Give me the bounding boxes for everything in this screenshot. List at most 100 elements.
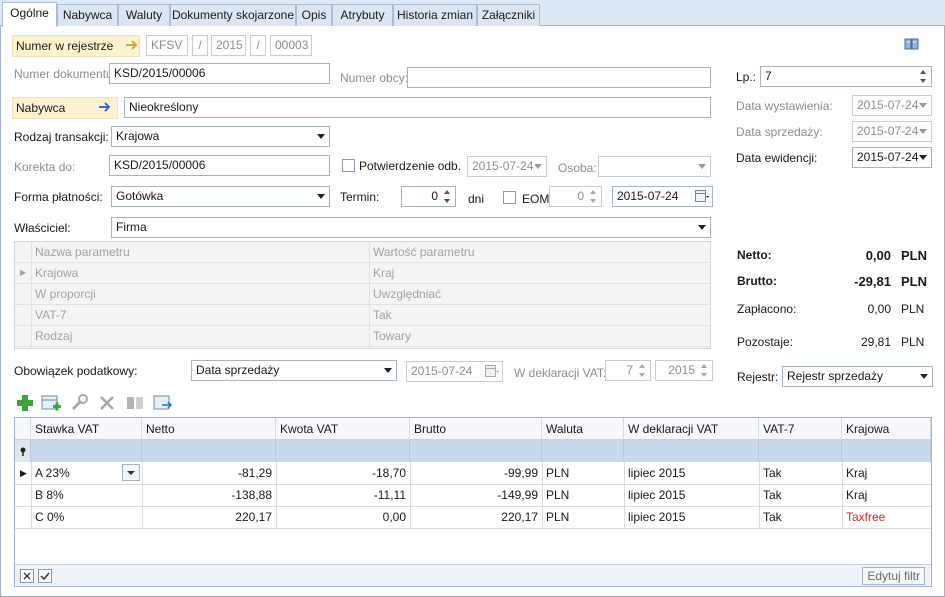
arrow-right-icon[interactable] [124, 38, 140, 52]
eom-spinner-icon[interactable] [587, 188, 600, 205]
filter-cell[interactable] [410, 440, 542, 462]
filter-cell[interactable] [842, 440, 931, 462]
data-ewidencji-field[interactable]: 2015-07-24 [852, 147, 932, 168]
clear-filter-icon[interactable] [20, 569, 34, 583]
potwierdzenie-date[interactable]: 2015-07-24 [467, 156, 547, 177]
obowiazek-date[interactable]: 2015-07-24 [406, 361, 503, 382]
numer-rejestr-label: Numer w rejestrze [12, 35, 140, 57]
wlasciciel-select[interactable]: Firma [111, 217, 711, 238]
tab-opis[interactable]: Opis [296, 4, 332, 26]
tab-dokumenty-skojarzone[interactable]: Dokumenty skojarzone [170, 4, 296, 26]
filter-cell[interactable] [31, 440, 142, 462]
col-header-brutto[interactable]: Brutto [410, 418, 542, 440]
chevron-down-icon[interactable] [916, 367, 932, 386]
nr-year-field[interactable]: 2015 [211, 35, 246, 56]
month-spinner-icon[interactable] [636, 362, 649, 379]
split-icon[interactable] [124, 392, 146, 414]
col-header-kwota-vat[interactable]: Kwota VAT [276, 418, 410, 440]
termin-field[interactable]: 0 [401, 186, 456, 207]
cell-stawka: B 8% [35, 488, 64, 502]
grid-footer: Edytuj filtr [15, 564, 931, 586]
filter-cell[interactable] [624, 440, 759, 462]
potwierdzenie-checkbox[interactable] [342, 159, 355, 172]
export-icon[interactable] [152, 392, 174, 414]
filter-cell[interactable] [142, 440, 276, 462]
rodzaj-transakcji-label: Rodzaj transakcji: [14, 130, 109, 144]
add-button[interactable] [14, 392, 36, 414]
forma-platnosci-select[interactable]: Gotówka [111, 186, 330, 207]
rejestr-select[interactable]: Rejestr sprzedaży [782, 366, 933, 387]
osoba-select[interactable] [598, 156, 711, 177]
deklaracja-month[interactable]: 7 [605, 360, 651, 381]
param-value: Kraj [373, 266, 395, 280]
deklaracja-year[interactable]: 2015 [655, 360, 713, 381]
filter-cell[interactable] [542, 440, 624, 462]
termin-date-field[interactable]: 2015-07-24 [612, 186, 713, 207]
arrow-right-icon[interactable] [97, 100, 113, 114]
row-divider [15, 528, 931, 529]
termin-spinner-icon[interactable] [441, 188, 454, 205]
param-row[interactable]: VAT-7 Tak [15, 305, 710, 326]
brutto-value: -29,81 [854, 274, 891, 289]
col-header-krajowa[interactable]: Krajowa [842, 418, 931, 440]
lp-spinner-icon[interactable] [917, 68, 930, 85]
eom-checkbox[interactable] [503, 191, 516, 204]
data-wystawienia-field[interactable]: 2015-07-24 [852, 95, 932, 116]
tab-waluty[interactable]: Waluty [118, 4, 170, 26]
filter-cell[interactable] [276, 440, 410, 462]
korekta-field[interactable]: KSD/2015/00006 [109, 155, 330, 176]
tab-historia-zmian[interactable]: Historia zmian [393, 4, 477, 26]
tab-zalaczniki[interactable]: Załączniki [477, 4, 540, 26]
chevron-down-icon[interactable] [694, 218, 710, 237]
table-row[interactable]: C 0% 220,17 0,00 220,17 PLN lipiec 2015 … [15, 506, 931, 528]
chevron-down-icon[interactable] [380, 361, 396, 380]
filter-cell[interactable] [759, 440, 842, 462]
book-icon[interactable] [904, 37, 920, 51]
cell-netto: -138,88 [231, 488, 272, 502]
nr-number-field[interactable]: 00003 [270, 35, 312, 56]
eom-field[interactable]: 0 [549, 186, 602, 207]
param-row[interactable]: ▶ Krajowa Kraj [15, 263, 710, 284]
numer-dokumentu-field[interactable]: KSD/2015/00006 [109, 63, 330, 84]
chevron-down-icon[interactable] [915, 122, 931, 141]
col-header-vat7[interactable]: VAT-7 [759, 418, 842, 440]
param-row[interactable]: Rodzaj Towary [15, 326, 710, 347]
param-row[interactable]: W proporcji Uwzględniać [15, 284, 710, 305]
lp-field[interactable]: 7 [760, 66, 932, 87]
chevron-down-icon[interactable] [530, 157, 546, 176]
col-header-deklaracja[interactable]: W deklaracji VAT [624, 418, 759, 440]
delete-icon[interactable] [96, 392, 118, 414]
tab-atrybuty[interactable]: Atrybuty [332, 4, 393, 26]
edit-filter-button[interactable]: Edytuj filtr [862, 567, 925, 585]
tab-nabywca[interactable]: Nabywca [57, 4, 118, 26]
rodzaj-transakcji-select[interactable]: Krajowa [111, 126, 330, 147]
numer-obcy-field[interactable] [407, 67, 711, 88]
termin-date-value: 2015-07-24 [617, 189, 679, 203]
nabywca-field[interactable]: Nieokreślony [124, 97, 711, 118]
col-header-netto[interactable]: Netto [142, 418, 276, 440]
chevron-down-icon[interactable] [915, 148, 931, 167]
termin-label: Termin: [340, 190, 380, 204]
filter-enabled-checkbox[interactable] [38, 569, 52, 583]
nr-prefix-field[interactable]: KFSV [146, 35, 188, 56]
calendar-icon[interactable] [695, 190, 709, 203]
chevron-down-icon[interactable] [313, 187, 329, 206]
table-row[interactable]: B 8% -138,88 -11,11 -149,99 PLN lipiec 2… [15, 484, 931, 506]
tab-ogolne[interactable]: Ogólne [2, 2, 57, 27]
chevron-down-icon[interactable] [915, 96, 931, 115]
calendar-icon[interactable] [485, 365, 499, 378]
chevron-down-icon[interactable] [313, 127, 329, 146]
col-header-stawka[interactable]: Stawka VAT [31, 418, 142, 440]
edit-wrench-icon[interactable] [68, 392, 90, 414]
chevron-down-icon[interactable] [122, 464, 140, 481]
year-spinner-icon[interactable] [698, 362, 711, 379]
table-row[interactable]: ▶ A 23% -81,29 -18,70 -99,99 PLN lipiec … [15, 462, 931, 484]
brutto-label: Brutto: [737, 274, 777, 288]
chevron-down-icon[interactable] [694, 157, 710, 176]
col-header-waluta[interactable]: Waluta [542, 418, 624, 440]
add-from-list-button[interactable] [40, 392, 62, 414]
obowiazek-select[interactable]: Data sprzedaży [191, 360, 397, 381]
param-value: Tak [373, 308, 392, 322]
param-name: W proporcji [35, 287, 96, 301]
data-sprzedazy-field[interactable]: 2015-07-24 [852, 121, 932, 142]
